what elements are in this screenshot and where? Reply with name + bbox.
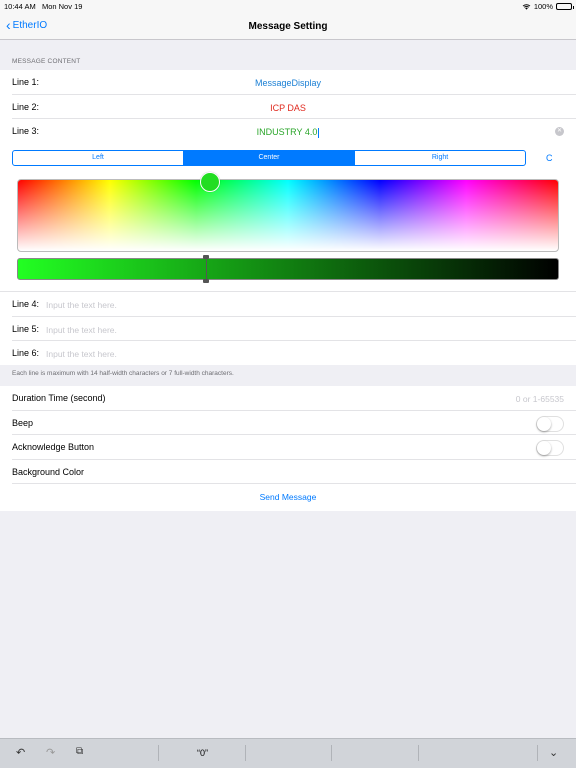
page-title: Message Setting: [248, 21, 328, 32]
line-6-input[interactable]: Input the text here.: [46, 349, 117, 359]
text-caret: [318, 127, 320, 138]
battery-icon: [556, 3, 574, 10]
acknowledge-row: Acknowledge Button: [12, 435, 576, 460]
align-left-segment[interactable]: Left: [13, 151, 184, 165]
line-2-input[interactable]: ICP DAS: [12, 103, 564, 113]
line-3-input[interactable]: INDUSTRY 4.0: [12, 127, 564, 138]
line-6-row[interactable]: Line 6: Input the text here.: [12, 341, 576, 366]
line-6-label: Line 6:: [12, 348, 40, 358]
empty-lines-group: Line 4: Input the text here. Line 5: Inp…: [0, 291, 576, 365]
beep-row: Beep: [12, 411, 576, 435]
line-4-input[interactable]: Input the text here.: [46, 300, 117, 310]
section-footer-note: Each line is maximum with 14 half-width …: [12, 370, 234, 377]
line-5-row[interactable]: Line 5: Input the text here.: [12, 317, 576, 341]
nav-bar: ‹ EtherIO Message Setting: [0, 14, 576, 40]
wifi-icon: [522, 4, 531, 10]
line-2-row[interactable]: Line 2: ICP DAS: [12, 95, 576, 119]
keyboard-suggestion[interactable]: “0”: [160, 748, 245, 758]
send-message-row[interactable]: Send Message: [12, 484, 576, 509]
clear-icon[interactable]: ✕: [555, 127, 564, 136]
duration-row[interactable]: Duration Time (second) 0 or 1-65535: [12, 386, 576, 411]
dismiss-keyboard-icon[interactable]: ⌄: [549, 746, 558, 759]
color-spectrum-picker[interactable]: [17, 179, 559, 252]
background-color-label: Background Color: [12, 466, 85, 477]
settings-group: Duration Time (second) 0 or 1-65535 Beep…: [0, 386, 576, 511]
line-3-row[interactable]: Line 3: INDUSTRY 4.0 ✕: [12, 119, 576, 144]
keyboard-shortcut-bar: ↶ ↷ ⧉ “0” ⌄: [0, 738, 576, 768]
duration-input[interactable]: 0 or 1-65535: [516, 394, 564, 404]
line-5-input[interactable]: Input the text here.: [46, 325, 117, 335]
battery-percent: 100%: [533, 2, 553, 11]
duration-label: Duration Time (second): [12, 393, 106, 403]
c-button[interactable]: C: [546, 153, 553, 163]
background-color-row[interactable]: Background Color: [12, 460, 576, 484]
status-bar: 10:44 AM Mon Nov 19 100%: [0, 0, 576, 14]
section-header: MESSAGE CONTENT: [12, 58, 81, 65]
status-time: 10:44 AM Mon Nov 19: [4, 2, 83, 11]
align-center-segment[interactable]: Center: [184, 151, 355, 165]
send-message-button[interactable]: Send Message: [12, 492, 564, 502]
beep-toggle[interactable]: [536, 415, 564, 432]
line-1-input[interactable]: MessageDisplay: [12, 78, 564, 88]
line-4-row[interactable]: Line 4: Input the text here.: [12, 292, 576, 317]
line-5-label: Line 5:: [12, 323, 40, 334]
paste-icon[interactable]: ⧉: [76, 746, 83, 757]
align-right-segment[interactable]: Right: [355, 151, 525, 165]
acknowledge-label: Acknowledge Button: [12, 442, 95, 452]
acknowledge-toggle[interactable]: [536, 440, 564, 456]
status-right: 100%: [522, 2, 574, 11]
line-4-label: Line 4:: [12, 299, 40, 309]
color-picker-knob[interactable]: [200, 172, 220, 192]
line-1-row[interactable]: Line 1: MessageDisplay: [12, 70, 576, 95]
brightness-slider-handle[interactable]: [203, 255, 209, 283]
undo-icon[interactable]: ↶: [16, 746, 25, 759]
brightness-slider[interactable]: [17, 258, 559, 280]
alignment-segmented-control[interactable]: Left Center Right: [12, 150, 526, 166]
beep-label: Beep: [12, 417, 34, 428]
redo-icon[interactable]: ↷: [46, 746, 55, 759]
